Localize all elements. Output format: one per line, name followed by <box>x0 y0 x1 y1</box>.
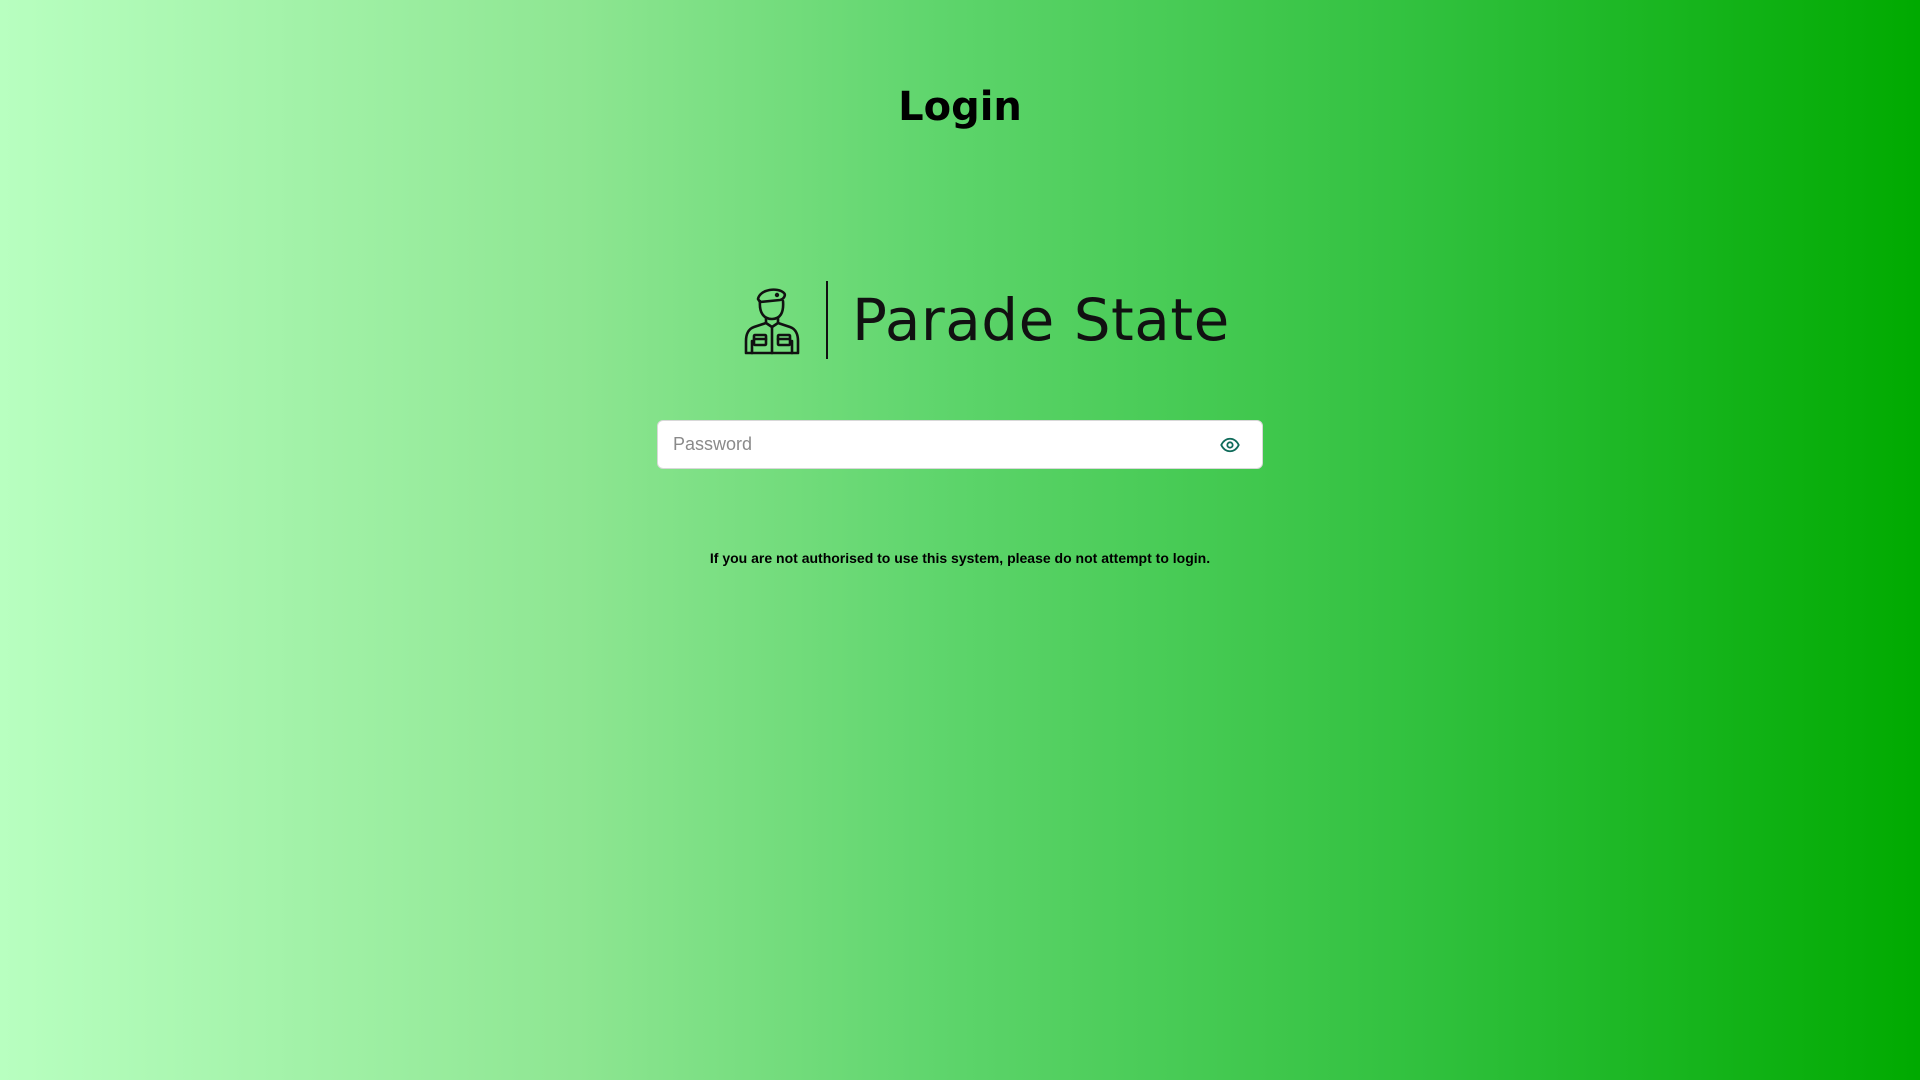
soldier-icon <box>744 288 800 355</box>
eye-icon <box>1220 437 1240 452</box>
page-title: Login <box>898 84 1022 130</box>
password-field <box>657 420 1263 469</box>
password-input[interactable] <box>658 421 1216 468</box>
app-name: Parade State <box>852 286 1230 354</box>
logo-divider <box>826 281 828 359</box>
app-logo: Parade State <box>740 280 1230 360</box>
show-password-toggle[interactable] <box>1216 431 1244 459</box>
unauthorised-notice: If you are not authorised to use this sy… <box>709 550 1211 566</box>
